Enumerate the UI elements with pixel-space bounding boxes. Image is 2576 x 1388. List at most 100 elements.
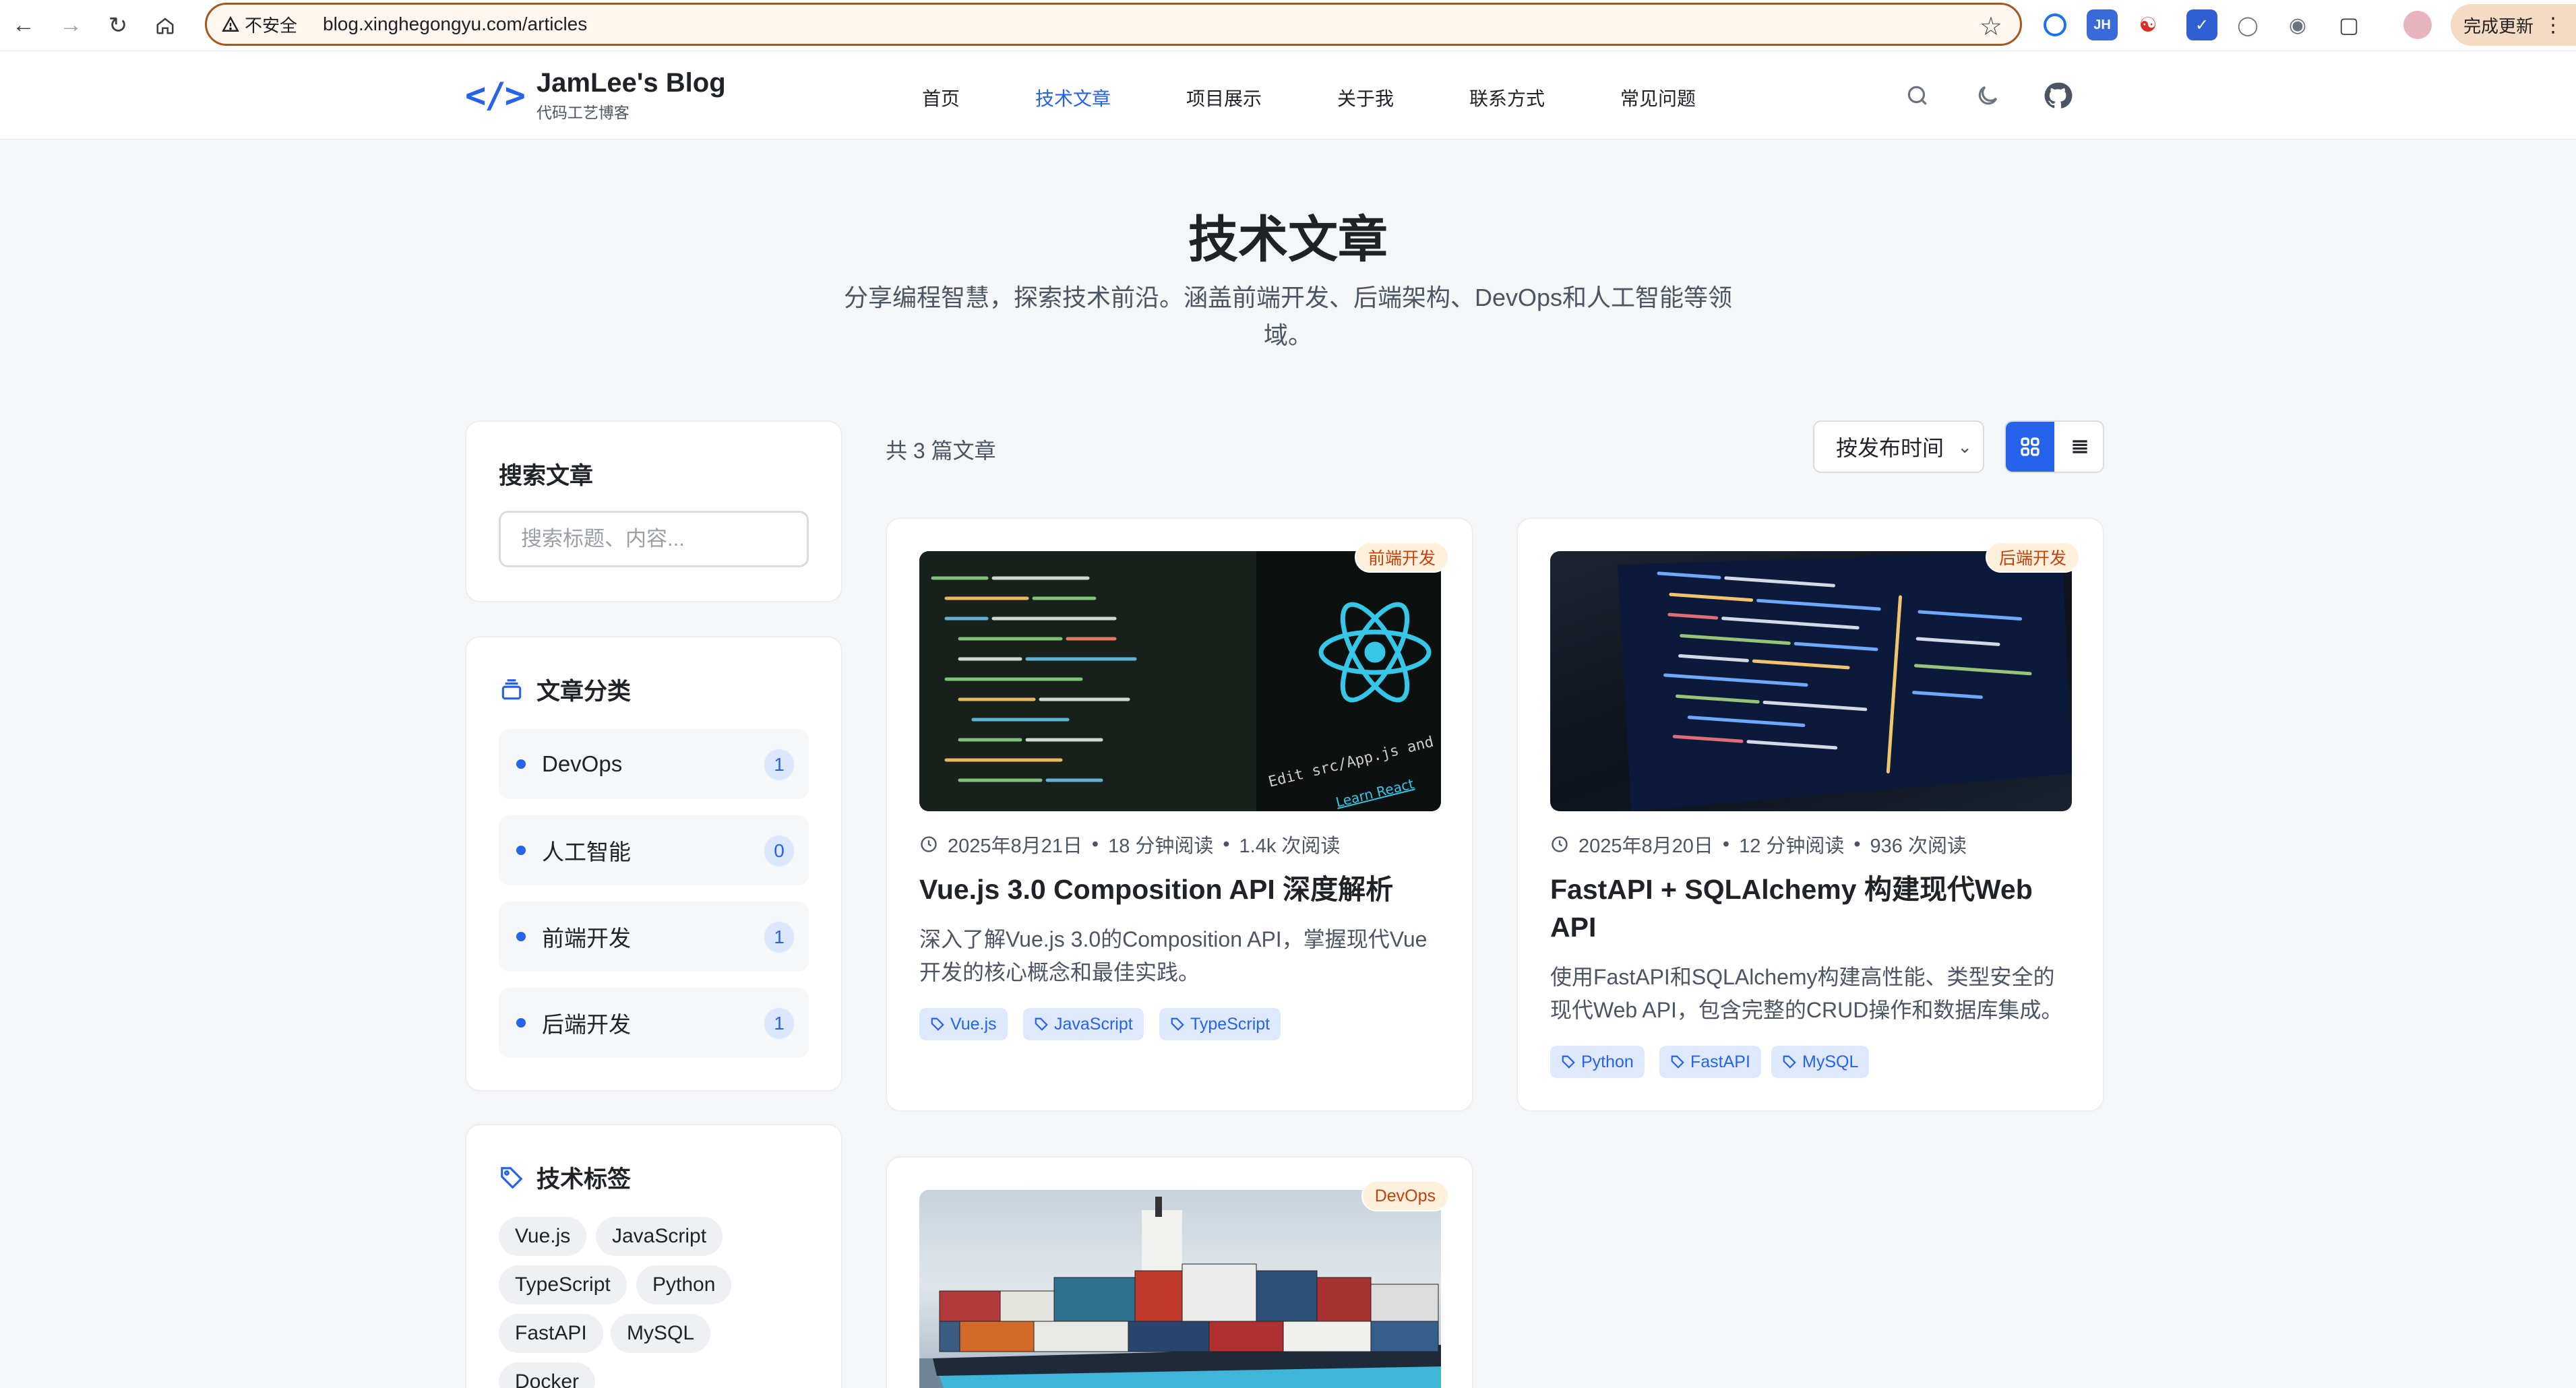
meta-separator: • (1722, 833, 1730, 855)
article-card[interactable]: DevOps (886, 1156, 1473, 1388)
laptop-code-illustration (1618, 551, 2072, 811)
code-logo-icon: </> (465, 75, 526, 116)
home-icon[interactable] (142, 0, 189, 51)
tag-pill-mysql[interactable]: MySQL (611, 1314, 711, 1353)
article-meta: 2025年8月21日 • 18 分钟阅读 • 1.4k 次阅读 (919, 830, 1340, 858)
github-icon[interactable] (2041, 79, 2075, 113)
category-dot (516, 759, 526, 769)
security-indicator[interactable]: 不安全 (222, 12, 297, 37)
nav-about[interactable]: 关于我 (1337, 84, 1394, 111)
code-screen-illustration: Edit src/App.js and save to reload. Lear… (919, 551, 1441, 811)
update-button-label: 完成更新 (2463, 15, 2534, 36)
site-title: JamLee's Blog (536, 68, 726, 98)
grid-view-icon[interactable] (2006, 422, 2054, 472)
article-meta: 2025年8月20日 • 12 分钟阅读 • 936 次阅读 (1550, 830, 1967, 858)
article-title[interactable]: FastAPI + SQLAlchemy 构建现代Web API (1550, 871, 2076, 946)
nav-contact[interactable]: 联系方式 (1469, 84, 1545, 111)
search-card-title: 搜索文章 (499, 463, 594, 489)
category-item-ai[interactable]: 人工智能 0 (499, 815, 809, 885)
article-thumbnail (919, 1190, 1441, 1388)
browser-toolbar: ← → ↻ 不安全 blog.xinghegongyu.com/articles… (0, 0, 2576, 51)
article-views: 1.4k 次阅读 (1239, 835, 1341, 857)
menu-dots-icon[interactable]: ⋮ (2543, 13, 2563, 37)
nav-projects[interactable]: 项目展示 (1186, 84, 1262, 111)
tag-pill-vuejs[interactable]: Vue.js (499, 1217, 587, 1256)
article-card[interactable]: 后端开发 2025年8月20日 • 12 分钟阅读 • 936 次阅读 Fast… (1516, 517, 2104, 1112)
tags-title: 技术标签 (536, 1166, 632, 1193)
search-card: 搜索文章 (465, 420, 842, 602)
bookmark-star-icon[interactable]: ☆ (1980, 11, 2002, 42)
article-read-time: 12 分钟阅读 (1739, 835, 1845, 857)
view-mode-toggle (2004, 420, 2104, 473)
url-text[interactable]: blog.xinghegongyu.com/articles (323, 13, 587, 35)
chevron-down-icon: ⌄ (1957, 437, 1972, 457)
profile-avatar[interactable] (2403, 11, 2432, 39)
tag-pill-typescript[interactable]: TypeScript (499, 1265, 627, 1304)
back-icon[interactable]: ← (0, 0, 47, 51)
moon-icon[interactable] (1971, 79, 2004, 113)
category-item-backend[interactable]: 后端开发 1 (499, 988, 809, 1058)
update-button[interactable]: 完成更新 ⋮ (2451, 4, 2576, 46)
article-date: 2025年8月21日 (948, 835, 1082, 857)
extension-check-icon[interactable]: ✓ (2186, 9, 2217, 40)
nav-articles[interactable]: 技术文章 (1035, 84, 1111, 111)
folder-stack-icon (501, 679, 522, 699)
reload-icon[interactable]: ↻ (94, 0, 142, 51)
category-item-frontend[interactable]: 前端开发 1 (499, 902, 809, 972)
nav-faq[interactable]: 常见问题 (1620, 84, 1696, 111)
security-label: 不安全 (245, 15, 298, 36)
clock-icon (1552, 836, 1568, 852)
tag-icon (1562, 1055, 1575, 1069)
article-search-input[interactable] (499, 511, 809, 567)
address-bar[interactable]: 不安全 blog.xinghegongyu.com/articles ☆ (205, 3, 2022, 46)
tag-pill-python[interactable]: Python (636, 1265, 732, 1304)
article-tag[interactable]: TypeScript (1159, 1008, 1281, 1040)
tag-pill-docker[interactable]: Docker (499, 1362, 596, 1388)
extension-camera-icon[interactable]: ◉ (2282, 9, 2313, 40)
category-name: DevOps (542, 751, 623, 776)
article-read-time: 18 分钟阅读 (1108, 835, 1214, 857)
site-logo[interactable]: </> JamLee's Blog 代码工艺博客 (465, 68, 726, 123)
extension-translate-icon[interactable]: ☯ (2133, 9, 2164, 40)
container-ship-illustration (919, 1197, 1441, 1388)
tag-icon (1035, 1017, 1048, 1031)
category-item-devops[interactable]: DevOps 1 (499, 729, 809, 799)
article-excerpt: 深入了解Vue.js 3.0的Composition API，掌握现代Vue开发… (919, 927, 1428, 984)
sort-select[interactable]: 按发布时间 ⌄ (1813, 420, 1984, 473)
article-date: 2025年8月20日 (1578, 835, 1713, 857)
tag-icon (1671, 1055, 1684, 1069)
categories-heading: 文章分类 (499, 672, 631, 707)
extension-chat-icon[interactable]: ◯ (2232, 9, 2263, 40)
article-tag[interactable]: Python (1550, 1046, 1645, 1078)
extensions-puzzle-icon[interactable]: ▢ (2333, 9, 2364, 40)
sort-select-value: 按发布时间 (1836, 436, 1944, 460)
article-excerpt: 使用FastAPI和SQLAlchemy构建高性能、类型安全的现代Web API… (1550, 965, 2063, 1022)
tag-pill-javascript[interactable]: JavaScript (596, 1217, 723, 1256)
article-tag-label: TypeScript (1190, 1014, 1270, 1034)
tags-heading: 技术标签 (499, 1160, 631, 1195)
article-tag[interactable]: Vue.js (919, 1008, 1008, 1040)
site-subtitle: 代码工艺博客 (536, 104, 630, 121)
article-tag[interactable]: JavaScript (1023, 1008, 1144, 1040)
list-view-icon[interactable] (2056, 422, 2103, 472)
meta-separator: • (1091, 833, 1099, 855)
category-count: 0 (764, 835, 794, 866)
nav-home[interactable]: 首页 (922, 84, 960, 111)
article-thumbnail: Edit src/App.js and save to reload. Lear… (919, 551, 1441, 811)
forward-icon[interactable]: → (47, 0, 94, 51)
category-badge: 后端开发 (1985, 542, 2080, 573)
category-name: 后端开发 (542, 1012, 631, 1037)
tag-pill-fastapi[interactable]: FastAPI (499, 1314, 603, 1353)
article-title[interactable]: Vue.js 3.0 Composition API 深度解析 (919, 871, 1445, 908)
article-tag[interactable]: FastAPI (1659, 1046, 1761, 1078)
article-tag[interactable]: MySQL (1771, 1046, 1870, 1078)
extension-edge-icon[interactable] (2044, 13, 2066, 36)
extension-jh-icon[interactable]: JH (2087, 9, 2118, 40)
category-count: 1 (764, 922, 794, 953)
search-icon[interactable] (1901, 79, 1934, 113)
meta-separator: • (1223, 833, 1230, 855)
tag-icon (931, 1017, 944, 1031)
article-card[interactable]: Edit src/App.js and save to reload. Lear… (886, 517, 1473, 1112)
page-title: 技术文章 (1188, 212, 1388, 267)
tag-icon (1171, 1017, 1184, 1031)
